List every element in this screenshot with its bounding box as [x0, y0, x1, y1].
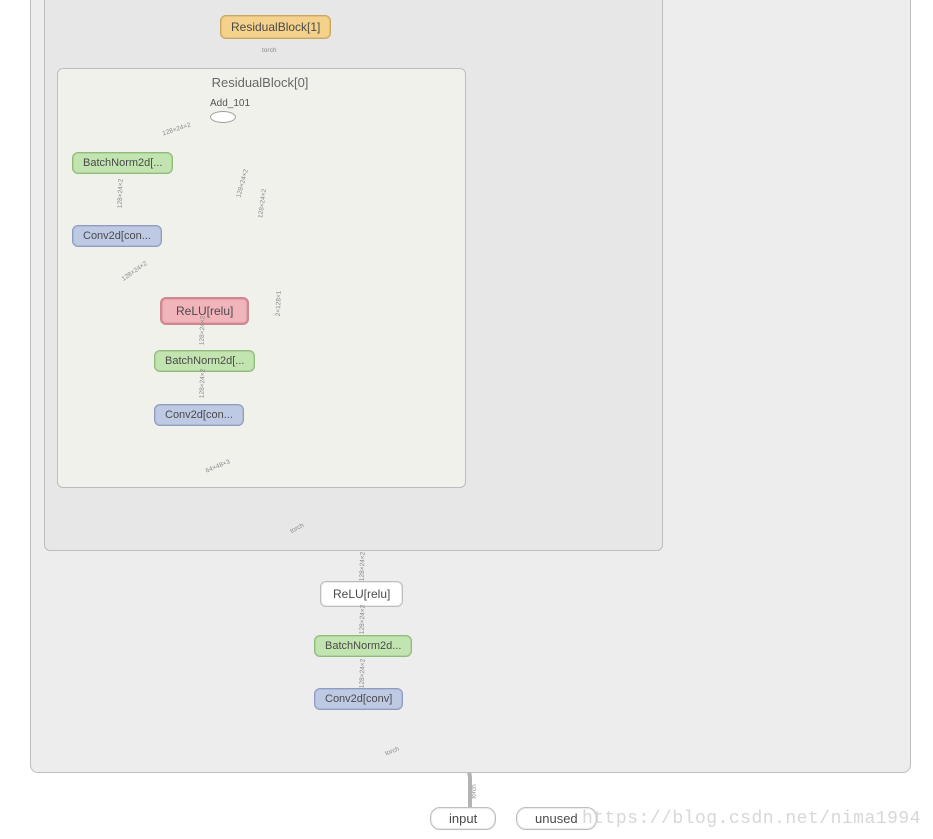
conv2d-2-node[interactable]: Conv2d[con...: [72, 225, 162, 247]
legend-input: input: [430, 807, 496, 830]
conv2d-tail-node[interactable]: Conv2d[conv]: [314, 688, 403, 710]
residual-block-1-node[interactable]: ResidualBlock[1]: [220, 15, 331, 39]
relu-tail-node[interactable]: ReLU[relu]: [320, 581, 403, 607]
batchnorm-tail-node[interactable]: BatchNorm2d...: [314, 635, 412, 657]
edge-label: 128×24×2: [359, 605, 367, 635]
add-node[interactable]: [210, 111, 236, 123]
conv2d-1-node[interactable]: Conv2d[con...: [154, 404, 244, 426]
edge-label: 128×24×2: [359, 659, 367, 689]
edge-label: 128×24×2: [117, 179, 125, 209]
residual-block-0-title: ResidualBlock[0]: [185, 75, 335, 90]
edge-label: torch: [470, 784, 478, 799]
residual-block-0-container[interactable]: [57, 68, 466, 488]
edge-label: 128×24×2: [199, 369, 207, 399]
add-node-label: Add_101: [210, 98, 250, 109]
edge-label: 2×128×1: [275, 291, 283, 317]
edge-label: 128×24×2: [199, 316, 207, 346]
edge-label: 128×24×2: [359, 552, 367, 582]
edge-label: torch: [262, 47, 276, 54]
batchnorm-2-node[interactable]: BatchNorm2d[...: [72, 152, 173, 174]
watermark: https://blog.csdn.net/nima1994: [582, 809, 921, 829]
